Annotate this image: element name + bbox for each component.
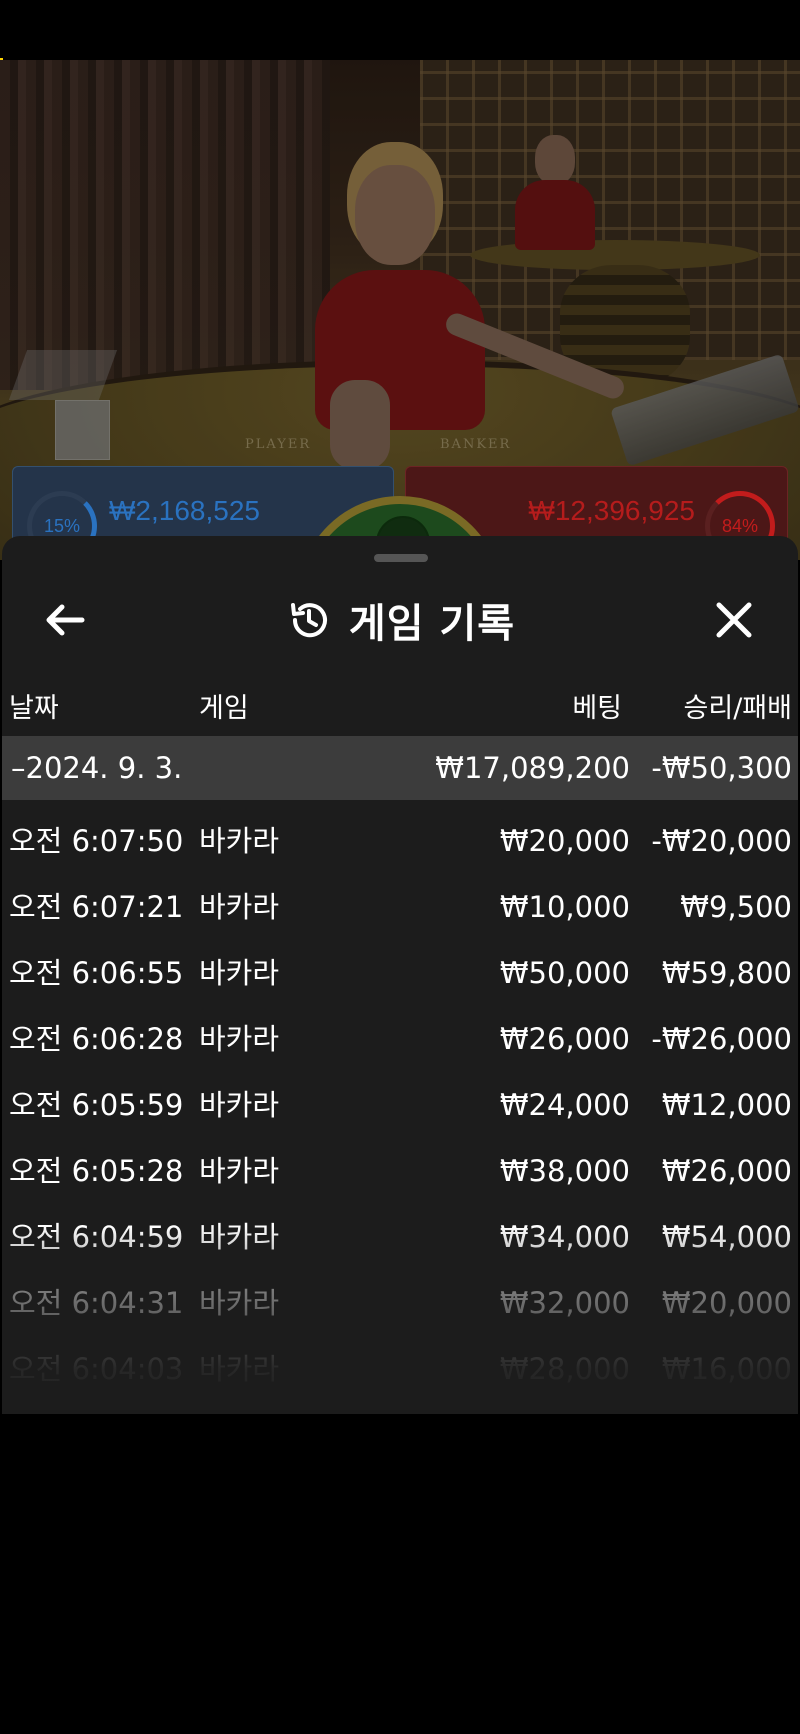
history-icon — [290, 603, 327, 638]
row-game: 바카라 — [199, 890, 280, 924]
history-row[interactable]: 오전 6:05:28 바카라 ₩38,000 ₩26,000 — [2, 1138, 798, 1204]
column-header-game: 게임 — [199, 693, 249, 724]
row-result: ₩59,800 — [661, 956, 792, 990]
column-header-bet: 베팅 — [572, 693, 622, 724]
row-time: 오전 6:04:03 — [9, 1352, 184, 1386]
row-bet: ₩20,000 — [499, 824, 630, 858]
row-result: ₩16,000 — [661, 1352, 792, 1386]
banker-total-amount: ₩12,396,925 — [528, 495, 695, 526]
row-bet: ₩28,000 — [499, 1352, 630, 1386]
row-result: ₩12,000 — [661, 1088, 792, 1122]
history-row[interactable]: 오전 6:04:59 바카라 ₩34,000 ₩54,000 — [2, 1204, 798, 1270]
history-row[interactable]: 오전 6:07:50 바카라 ₩20,000 -₩20,000 — [2, 808, 798, 874]
row-time: 오전 6:05:28 — [9, 1154, 184, 1188]
row-result: ₩54,000 — [661, 1220, 792, 1254]
date-group-row[interactable]: –2024. 9. 3. ₩17,089,200 -₩50,300 — [2, 736, 798, 800]
row-game: 바카라 — [199, 824, 280, 858]
row-game: 바카라 — [199, 1088, 280, 1122]
row-game: 바카라 — [199, 1352, 280, 1386]
arrow-left-icon — [46, 604, 85, 636]
row-bet: ₩38,000 — [499, 1154, 630, 1188]
sheet-grabber[interactable] — [374, 554, 428, 562]
row-bet: ₩34,000 — [499, 1220, 630, 1254]
row-time: 오전 6:04:31 — [9, 1286, 184, 1320]
row-time: 오전 6:06:28 — [9, 1022, 184, 1056]
sheet-title: 게임 기록 — [2, 584, 798, 656]
group-total-bet: ₩17,089,200 — [435, 751, 630, 785]
history-row[interactable]: 오전 6:06:28 바카라 ₩26,000 -₩26,000 — [2, 1006, 798, 1072]
history-row[interactable]: 오전 6:04:31 바카라 ₩32,000 ₩20,000 — [2, 1270, 798, 1336]
row-time: 오전 6:07:21 — [9, 890, 184, 924]
row-game: 바카라 — [199, 1154, 280, 1188]
history-row[interactable]: 오전 6:07:21 바카라 ₩10,000 ₩9,500 — [2, 874, 798, 940]
player-total-amount: ₩2,168,525 — [109, 495, 260, 526]
row-game: 바카라 — [199, 956, 280, 990]
history-row[interactable]: 오전 6:05:59 바카라 ₩24,000 ₩12,000 — [2, 1072, 798, 1138]
row-game: 바카라 — [199, 1286, 280, 1320]
row-result: -₩20,000 — [651, 824, 792, 858]
row-game: 바카라 — [199, 1022, 280, 1056]
sheet-header: 게임 기록 — [2, 584, 798, 656]
group-date: –2024. 9. 3. — [11, 751, 183, 785]
row-game: 바카라 — [199, 1220, 280, 1254]
row-time: 오전 6:04:59 — [9, 1220, 184, 1254]
column-header-result: 승리/패배 — [683, 693, 792, 724]
row-time: 오전 6:05:59 — [9, 1088, 184, 1122]
row-bet: ₩10,000 — [499, 890, 630, 924]
row-time: 오전 6:06:55 — [9, 956, 184, 990]
row-bet: ₩50,000 — [499, 956, 630, 990]
close-icon — [716, 602, 752, 638]
row-result: ₩26,000 — [661, 1154, 792, 1188]
history-row[interactable]: 오전 6:04:03 바카라 ₩28,000 ₩16,000 — [2, 1336, 798, 1402]
column-header-date: 날짜 — [9, 693, 59, 724]
game-history-sheet: 게임 기록 날짜 게임 베팅 승리/패배 –2024. 9. 3. ₩17,08… — [2, 536, 798, 1414]
row-bet: ₩24,000 — [499, 1088, 630, 1122]
title-text: 게임 기록 — [348, 601, 516, 647]
row-bet: ₩26,000 — [499, 1022, 630, 1056]
history-row[interactable]: 오전 6:06:55 바카라 ₩50,000 ₩59,800 — [2, 940, 798, 1006]
row-result: ₩9,500 — [680, 890, 792, 924]
history-list: –2024. 9. 3. ₩17,089,200 -₩50,300 오전 6:0… — [2, 736, 798, 1402]
row-result: -₩26,000 — [651, 1022, 792, 1056]
row-result: ₩20,000 — [661, 1286, 792, 1320]
row-time: 오전 6:07:50 — [9, 824, 184, 858]
group-total-result: -₩50,300 — [651, 751, 792, 785]
row-bet: ₩32,000 — [499, 1286, 630, 1320]
close-button[interactable] — [708, 594, 760, 646]
back-button[interactable] — [40, 594, 92, 646]
